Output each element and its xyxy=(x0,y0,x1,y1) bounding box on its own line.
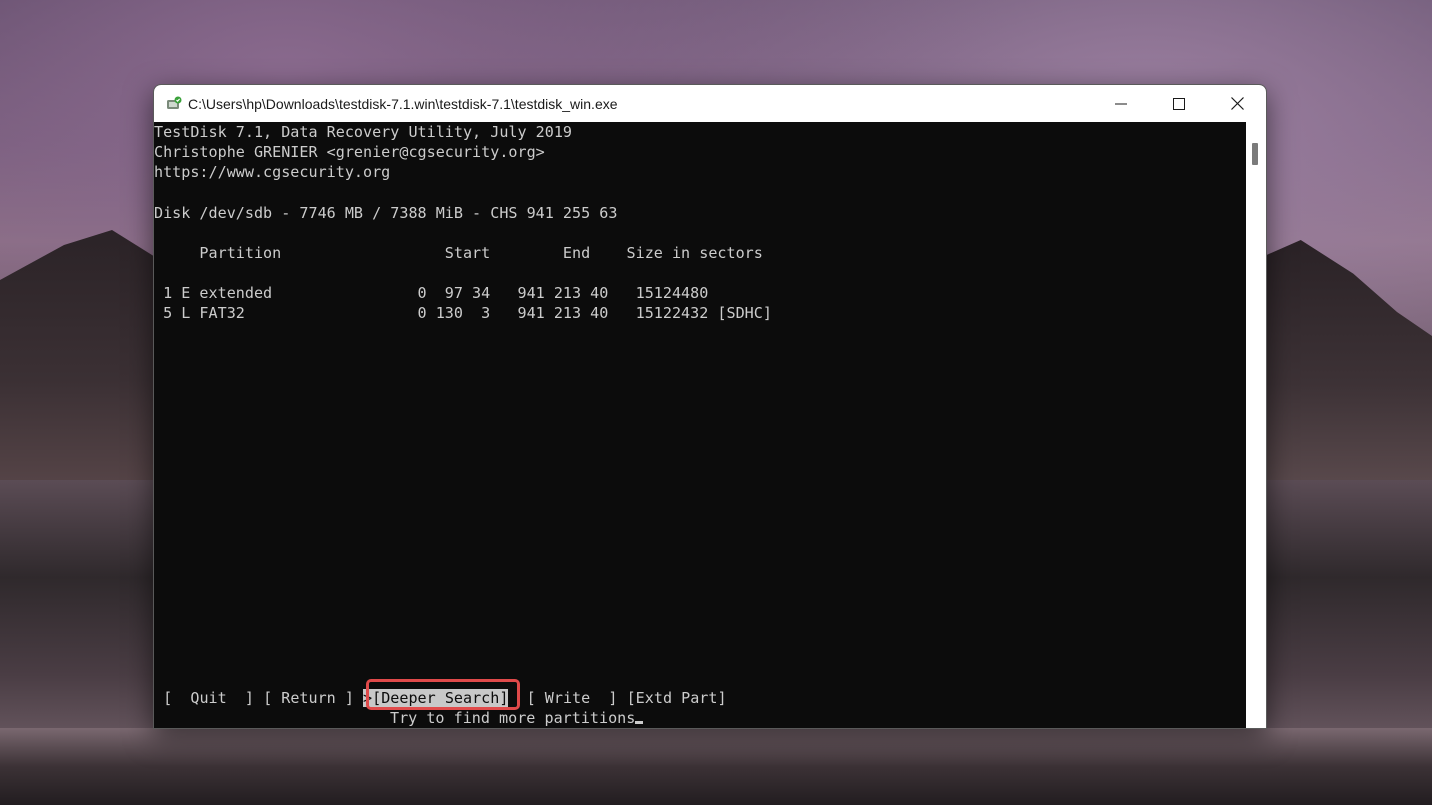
text-cursor xyxy=(635,721,644,724)
header-line-url: https://www.cgsecurity.org xyxy=(154,163,391,181)
maximize-icon xyxy=(1173,97,1185,110)
window-title: C:\Users\hp\Downloads\testdisk-7.1.win\t… xyxy=(188,95,618,112)
close-button[interactable] xyxy=(1208,85,1266,122)
quit-menu-item[interactable]: [ Quit ] xyxy=(163,689,254,707)
deeper-search-highlight xyxy=(366,679,520,710)
scrollbar-thumb[interactable] xyxy=(1252,143,1258,165)
write-menu-item[interactable]: [ Write ] xyxy=(527,689,618,707)
partition-row[interactable]: 1 E extended 0 97 34 941 213 40 15124480 xyxy=(154,283,708,303)
close-icon xyxy=(1230,97,1244,110)
minimize-button[interactable] xyxy=(1092,85,1150,122)
background-shore xyxy=(0,728,1432,805)
partition-table-header: Partition Start End Size in sectors xyxy=(154,244,763,262)
maximize-button[interactable] xyxy=(1150,85,1208,122)
minimize-icon xyxy=(1115,103,1127,104)
background-mountain-left xyxy=(0,230,160,480)
return-menu-item[interactable]: [ Return ] xyxy=(263,689,354,707)
testdisk-app-icon xyxy=(166,96,182,112)
partition-row[interactable]: 5 L FAT32 0 130 3 941 213 40 15122432 [S… xyxy=(154,303,772,323)
header-line-title: TestDisk 7.1, Data Recovery Utility, Jul… xyxy=(154,123,573,141)
menu-hint-text: Try to find more partitions xyxy=(390,709,636,727)
title-bar[interactable]: C:\Users\hp\Downloads\testdisk-7.1.win\t… xyxy=(154,85,1266,122)
disk-info-line: Disk /dev/sdb - 7746 MB / 7388 MiB - CHS… xyxy=(154,204,618,222)
console-output[interactable]: TestDisk 7.1, Data Recovery Utility, Jul… xyxy=(154,122,1246,728)
background-mountain-right xyxy=(1257,240,1432,480)
menu-hint: Try to find more partitions xyxy=(390,708,644,728)
extd-part-menu-item[interactable]: [Extd Part] xyxy=(627,689,727,707)
vertical-scrollbar[interactable] xyxy=(1246,122,1266,728)
console-window: C:\Users\hp\Downloads\testdisk-7.1.win\t… xyxy=(153,84,1267,729)
header-line-author: Christophe GRENIER <grenier@cgsecurity.o… xyxy=(154,143,545,161)
